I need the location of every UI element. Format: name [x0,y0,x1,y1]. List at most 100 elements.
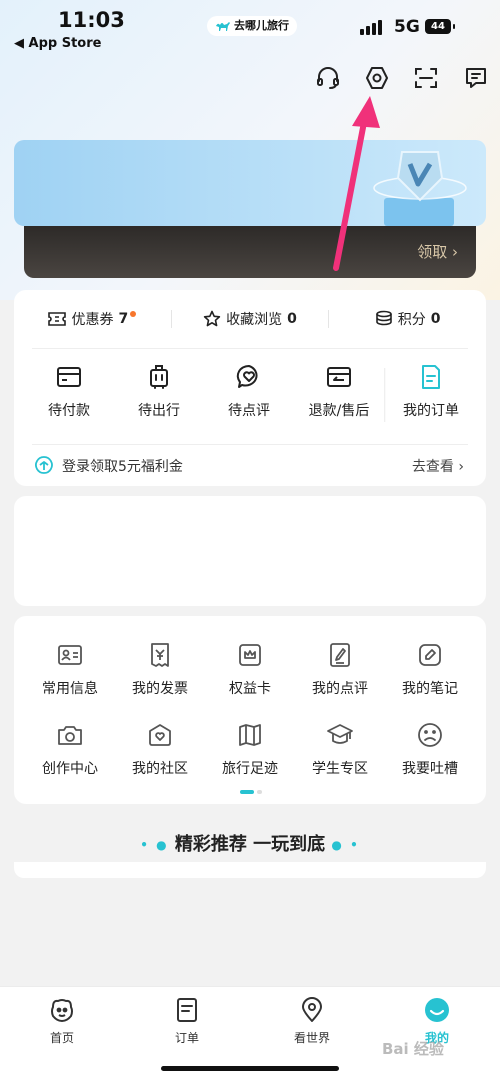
stat-favorites[interactable]: 收藏浏览 0 [172,290,329,348]
decorative-dots: ● • [331,838,360,852]
notification-dot [130,311,137,317]
order-tab-icon [177,998,197,1022]
stat-points[interactable]: 积分 0 [329,290,486,348]
stat-favorites-value: 0 [287,311,297,327]
decorative-dots: • ● [140,838,169,852]
login-promo-text: 登录领取5元福利金 [62,459,183,475]
stats-row: 优惠券 7 收藏浏览 0 积分 0 [14,290,486,348]
header-actions [0,60,500,96]
order-refund[interactable]: 退款/售后 [294,360,384,420]
service-label: 常用信息 [42,681,98,697]
orders-card: 优惠券 7 收藏浏览 0 积分 0 待付款 待出行 待点评 退款/售后 我的订单… [14,290,486,486]
service-label: 学生专区 [312,761,368,777]
stat-coupons-value: 7 [118,311,129,327]
service-common-info[interactable]: 常用信息 [23,640,117,698]
order-label: 待出行 [138,403,180,419]
crown-card-icon [239,644,261,666]
order-label: 待付款 [48,403,90,419]
map-book-icon [239,724,261,746]
home-indicator [161,1066,339,1071]
recommend-title: 精彩推荐 一玩到底 [174,834,326,855]
recommend-card-edge [14,862,486,878]
status-time: 11:03 [58,8,125,32]
service-label: 我的社区 [132,761,188,777]
settings-icon[interactable] [362,63,392,93]
service-student-zone[interactable]: 学生专区 [293,720,387,778]
tab-home[interactable]: 首页 [12,995,112,1046]
stat-coupons-label: 优惠券 [71,312,114,328]
login-promo-action[interactable]: 去查看 › [412,456,464,476]
stat-points-label: 积分 [397,312,426,328]
coupon-icon [48,312,67,326]
service-invoice[interactable]: 我的发票 [113,640,207,698]
star-icon [203,310,221,327]
network-type: 5G [394,17,420,37]
service-my-reviews[interactable]: 我的点评 [293,640,387,698]
message-icon[interactable] [461,63,491,93]
scan-icon[interactable] [411,63,441,93]
headset-icon[interactable] [313,63,343,93]
card-icon [57,367,81,387]
invoice-icon [151,643,169,667]
service-travel-footprint[interactable]: 旅行足迹 [203,720,297,778]
service-creator-center[interactable]: 创作中心 [23,720,117,778]
claim-link[interactable]: 领取 › [417,241,458,262]
camel-home-icon [51,999,73,1022]
graduation-cap-icon [327,724,353,744]
recommend-header: • ● 精彩推荐 一玩到底 ● • [0,830,500,856]
member-benefit-card[interactable]: 领取 › [24,226,476,278]
location-pin-icon [302,997,322,1022]
service-my-notes[interactable]: 我的笔记 [383,640,477,698]
service-label: 旅行足迹 [222,761,278,777]
community-house-icon [149,724,171,746]
service-label: 我的笔记 [402,681,458,697]
membership-banner[interactable] [14,140,486,226]
order-pending-trip[interactable]: 待出行 [114,360,204,420]
camera-icon [58,726,82,745]
services-card: 常用信息 我的发票 权益卡 我的点评 我的笔记 创作中心 我的社区 旅行足迹 学… [14,616,486,804]
coins-icon [375,310,392,326]
tab-orders[interactable]: 订单 [137,995,237,1046]
sad-face-icon [418,723,442,747]
status-bar: 11:03 ◀ App Store 去哪儿旅行 5G 44 [0,0,500,56]
divider [32,348,468,349]
service-label: 权益卡 [229,681,271,697]
back-to-app-store[interactable]: ◀ App Store [14,36,101,51]
order-label: 我的订单 [403,403,459,419]
order-label: 退款/售后 [308,403,370,419]
service-community[interactable]: 我的社区 [113,720,207,778]
service-feedback[interactable]: 我要吐槽 [383,720,477,778]
signal-icon [360,20,382,35]
service-benefit-card[interactable]: 权益卡 [203,640,297,698]
battery-icon: 44 [425,19,455,34]
my-orders[interactable]: 我的订单 [386,360,476,420]
order-status-row: 待付款 待出行 待点评 退款/售后 我的订单 [14,360,486,440]
stat-coupons[interactable]: 优惠券 7 [14,290,171,348]
login-promo-row[interactable]: 登录领取5元福利金 去查看 › [14,444,486,486]
service-label: 我的发票 [132,681,188,697]
content-card [14,496,486,606]
note-pen-icon [419,644,441,666]
order-pending-review[interactable]: 待点评 [204,360,294,420]
review-edit-icon [330,643,350,667]
vip-badge-icon [373,151,467,226]
order-label: 待点评 [228,403,270,419]
tab-explore[interactable]: 看世界 [262,995,362,1046]
app-badge-label: 去哪儿旅行 [234,19,289,32]
camel-logo-icon [216,22,230,31]
tab-label: 订单 [174,1031,199,1045]
order-doc-icon [422,365,440,389]
tab-label: 首页 [49,1031,74,1045]
service-label: 我要吐槽 [402,761,458,777]
grid-pager [240,790,262,794]
smile-profile-icon [425,998,449,1022]
luggage-icon [150,365,168,389]
service-label: 我的点评 [312,681,368,697]
watermark: Bai 经验 [382,1040,444,1058]
order-pending-payment[interactable]: 待付款 [24,360,114,420]
review-bubble-icon [236,364,258,388]
service-label: 创作中心 [42,761,98,777]
tab-label: 看世界 [293,1031,330,1045]
id-card-icon [58,645,82,665]
gift-coin-icon [35,456,53,474]
